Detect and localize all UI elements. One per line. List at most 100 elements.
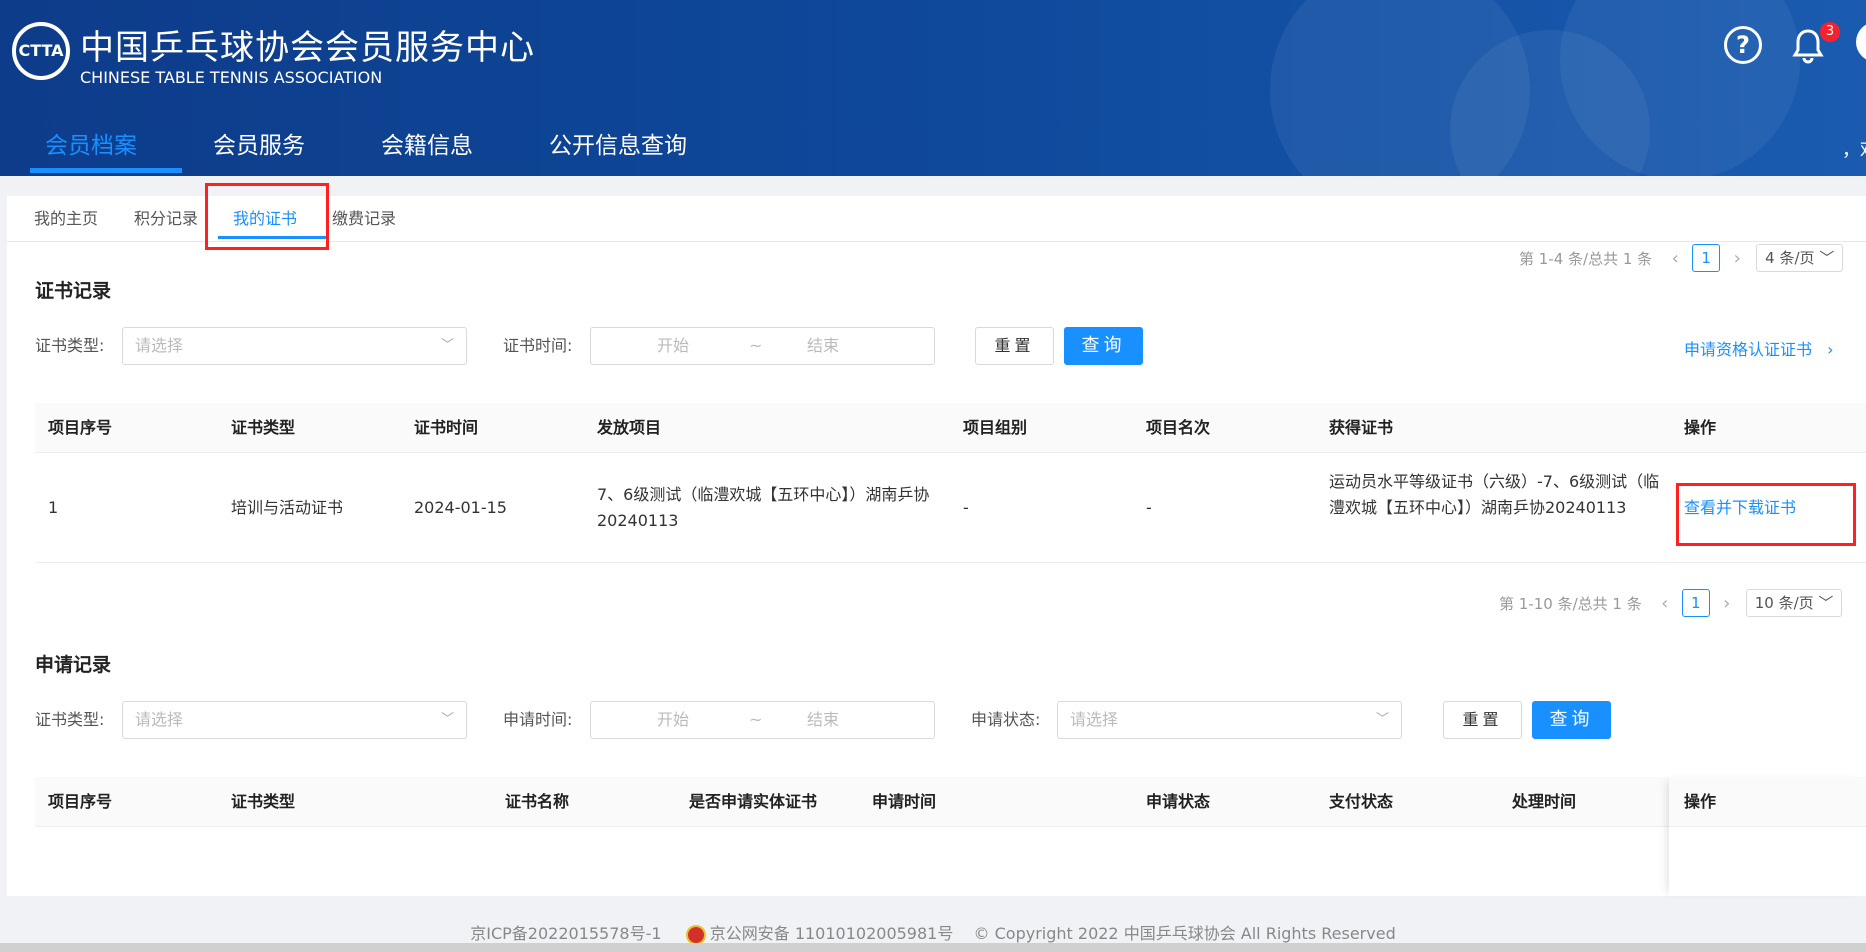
cert-type-placeholder: 请选择	[135, 336, 184, 355]
cell-no: 1	[48, 498, 59, 517]
pager-size-label: 4 条/页	[1765, 249, 1815, 267]
pager-page-button[interactable]: 1	[1681, 589, 1710, 617]
cert-type-select[interactable]: 请选择 ﹀	[122, 327, 467, 365]
col-header: 发放项目	[597, 418, 662, 437]
police-record-link[interactable]: 京公网安备 11010102005981号	[710, 924, 954, 943]
app-query-button[interactable]: 查询	[1532, 701, 1611, 739]
col-header: 操作	[1684, 418, 1717, 437]
col-header: 证书类型	[231, 418, 296, 437]
cell-time: 2024-01-15	[414, 498, 507, 517]
nav-member-services[interactable]: 会员服务	[213, 126, 305, 176]
pager-size-select[interactable]: 10 条/页 ﹀	[1745, 589, 1843, 617]
notification-badge: 3	[1820, 22, 1840, 42]
nav-active-underline	[30, 168, 182, 173]
app-cert-type-select[interactable]: 请选择 ﹀	[122, 701, 467, 739]
tab-active-underline	[218, 236, 328, 239]
col-header: 证书类型	[231, 792, 296, 811]
range-start-placeholder: 开始	[657, 336, 690, 355]
chevron-down-icon: ﹀	[440, 712, 454, 727]
cert-reset-button[interactable]: 重置	[975, 327, 1054, 365]
col-header: 项目名次	[1146, 418, 1211, 437]
pager-prev-icon[interactable]: ‹	[1666, 248, 1684, 269]
chevron-down-icon: ﹀	[1375, 712, 1389, 727]
applications-table-body	[35, 827, 1866, 837]
cert-time-range[interactable]: 开始 ~ 结束	[590, 327, 935, 365]
pager-summary: 第 1-4 条/总共 1 条	[1519, 249, 1653, 268]
apply-cert-link[interactable]: 申请资格认证证书 ›	[1684, 336, 1834, 360]
nav-membership-info[interactable]: 会籍信息	[381, 126, 473, 176]
welcome-text: ，欢	[1842, 140, 1866, 161]
certificates-pager-bottom: 第 1-10 条/总共 1 条 ‹ 1 › 10 条/页 ﹀	[1499, 589, 1843, 617]
chevron-right-icon: ›	[1827, 340, 1834, 359]
col-header: 项目序号	[48, 792, 113, 811]
cert-query-button[interactable]: 查询	[1064, 327, 1143, 365]
applications-table-header: 项目序号 证书类型 证书名称 是否申请实体证书 申请时间 申请状态 支付状态 处…	[35, 777, 1866, 827]
pager-size-label: 10 条/页	[1754, 594, 1814, 612]
pager-prev-icon[interactable]: ‹	[1656, 593, 1674, 614]
horizontal-scrollbar[interactable]	[0, 943, 1866, 952]
cell-project: 7、6级测试（临澧欢城【五环中心】）湖南乒协20240113	[597, 485, 930, 530]
col-header: 获得证书	[1329, 418, 1394, 437]
col-header: 操作	[1684, 792, 1717, 811]
app-status-label: 申请状态:	[971, 710, 1041, 729]
site-title: 中国乒乓球协会会员服务中心	[80, 28, 535, 68]
cell-group: -	[963, 498, 969, 517]
range-separator: ~	[749, 710, 763, 729]
range-end-placeholder: 结束	[807, 336, 840, 355]
help-icon[interactable]: ?	[1724, 26, 1762, 64]
col-header: 证书时间	[414, 418, 479, 437]
applications-section-title: 申请记录	[35, 654, 112, 676]
certificates-section-title: 证书记录	[35, 280, 112, 302]
col-header: 处理时间	[1512, 792, 1577, 811]
table-row: 1 培训与活动证书 2024-01-15 7、6级测试（临澧欢城【五环中心】）湖…	[35, 453, 1866, 563]
top-header: CTTA 中国乒乓球协会会员服务中心 CHINESE TABLE TENNIS …	[0, 0, 1866, 176]
app-cert-type-placeholder: 请选择	[135, 710, 184, 729]
cert-type-label: 证书类型:	[35, 336, 105, 355]
app-reset-button[interactable]: 重置	[1443, 701, 1522, 739]
range-start-placeholder: 开始	[657, 710, 690, 729]
ctta-logo[interactable]: CTTA	[12, 22, 70, 80]
cell-certificate: 运动员水平等级证书（六级）-7、6级测试（临澧欢城【五环中心】）湖南乒协2024…	[1329, 472, 1660, 517]
police-badge-icon	[685, 924, 706, 945]
app-status-select[interactable]: 请选择 ﹀	[1057, 701, 1402, 739]
col-header: 证书名称	[505, 792, 570, 811]
main-panel: 我的主页 积分记录 我的证书 缴费记录 第 1-4 条/总共 1 条 ‹ 1 ›…	[7, 183, 1866, 896]
cell-rank: -	[1146, 498, 1152, 517]
cert-time-label: 证书时间:	[503, 336, 573, 355]
chevron-down-icon: ﹀	[1819, 249, 1835, 267]
tab-my-home[interactable]: 我的主页	[34, 196, 98, 242]
site-footer: 京ICP备2022015578号-1 京公网安备 11010102005981号…	[0, 920, 1866, 945]
col-header: 项目组别	[963, 418, 1028, 437]
col-header: 申请时间	[872, 792, 937, 811]
avatar[interactable]	[1856, 22, 1866, 62]
certificates-table-header: 项目序号 证书类型 证书时间 发放项目 项目组别 项目名次 获得证书 操作	[35, 403, 1866, 453]
copyright-text: © Copyright 2022 中国乒乓球协会 All Rights Rese…	[973, 924, 1396, 943]
pager-size-select[interactable]: 4 条/页 ﹀	[1756, 244, 1844, 272]
tab-payment-record[interactable]: 缴费记录	[332, 196, 396, 242]
tab-points-record[interactable]: 积分记录	[134, 196, 198, 242]
site-subtitle: CHINESE TABLE TENNIS ASSOCIATION	[80, 68, 383, 87]
apply-cert-label: 申请资格认证证书	[1684, 340, 1813, 359]
app-time-range[interactable]: 开始 ~ 结束	[590, 701, 935, 739]
app-status-placeholder: 请选择	[1070, 710, 1119, 729]
certificates-pager-top: 第 1-4 条/总共 1 条 ‹ 1 › 4 条/页 ﹀	[1519, 244, 1844, 272]
pager-page-button[interactable]: 1	[1692, 244, 1721, 272]
pager-next-icon[interactable]: ›	[1728, 248, 1746, 269]
cell-type: 培训与活动证书	[231, 498, 344, 517]
pager-next-icon[interactable]: ›	[1718, 593, 1736, 614]
app-cert-type-label: 证书类型:	[35, 710, 105, 729]
app-time-label: 申请时间:	[503, 710, 573, 729]
chevron-down-icon: ﹀	[440, 338, 454, 353]
pager-summary: 第 1-10 条/总共 1 条	[1499, 594, 1642, 613]
chevron-down-icon: ﹀	[1818, 594, 1834, 612]
col-header: 支付状态	[1329, 792, 1394, 811]
icp-record-link[interactable]: 京ICP备2022015578号-1	[470, 924, 661, 943]
profile-tabs: 我的主页 积分记录 我的证书 缴费记录	[7, 196, 1866, 242]
col-header: 是否申请实体证书	[689, 792, 818, 811]
col-header: 项目序号	[48, 418, 113, 437]
nav-public-info-query[interactable]: 公开信息查询	[549, 126, 687, 176]
applications-fixed-action-column: 操作	[1669, 777, 1866, 896]
range-separator: ~	[749, 336, 763, 355]
view-download-certificate-link[interactable]: 查看并下载证书	[1684, 495, 1854, 521]
col-header: 申请状态	[1146, 792, 1211, 811]
